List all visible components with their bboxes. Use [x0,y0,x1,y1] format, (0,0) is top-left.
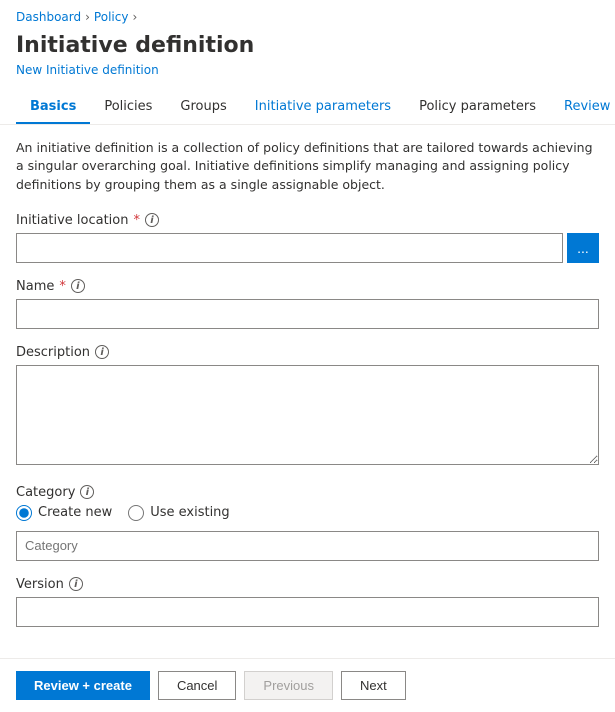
description-input[interactable] [16,365,599,465]
tab-review-create[interactable]: Review + create [550,91,615,124]
breadcrumb-dashboard[interactable]: Dashboard [16,10,81,24]
tab-policies[interactable]: Policies [90,91,166,124]
category-use-existing-radio[interactable] [128,505,144,521]
next-button[interactable]: Next [341,671,406,700]
category-create-new-option[interactable]: Create new [16,505,112,521]
tab-policy-parameters[interactable]: Policy parameters [405,91,550,124]
name-required-star: * [59,279,66,294]
previous-button: Previous [244,671,333,700]
page-header: Initiative definition New Initiative def… [0,28,615,79]
required-star: * [133,213,140,228]
category-input[interactable] [16,531,599,561]
initiative-location-label: Initiative location * i [16,213,599,228]
category-field: Category i Create new Use existing [16,485,599,561]
initiative-location-input-row: ... [16,233,599,263]
breadcrumb-policy[interactable]: Policy [94,10,129,24]
initiative-location-input[interactable] [16,233,563,263]
version-field: Version i [16,577,599,627]
main-content: An initiative definition is a collection… [0,125,615,657]
breadcrumb: Dashboard › Policy › [0,0,615,28]
category-radio-group: Create new Use existing [16,505,599,521]
category-info-icon[interactable]: i [80,485,94,499]
description-label: Description i [16,345,599,360]
description-text: An initiative definition is a collection… [16,139,599,195]
tabs-bar: Basics Policies Groups Initiative parame… [0,79,615,125]
category-create-new-label: Create new [38,505,112,520]
version-label: Version i [16,577,599,592]
tab-initiative-parameters[interactable]: Initiative parameters [241,91,405,124]
tab-basics[interactable]: Basics [16,91,90,124]
initiative-location-info-icon[interactable]: i [145,213,159,227]
description-field: Description i [16,345,599,469]
version-input[interactable] [16,597,599,627]
description-info-icon[interactable]: i [95,345,109,359]
cancel-button[interactable]: Cancel [158,671,236,700]
initiative-location-browse-button[interactable]: ... [567,233,599,263]
category-create-new-radio[interactable] [16,505,32,521]
name-input[interactable] [16,299,599,329]
name-field: Name * i [16,279,599,329]
footer: Review + create Cancel Previous Next [0,658,615,712]
version-info-icon[interactable]: i [69,577,83,591]
name-label: Name * i [16,279,599,294]
initiative-location-field: Initiative location * i ... [16,213,599,263]
category-label: Category i [16,485,599,500]
review-create-button[interactable]: Review + create [16,671,150,700]
category-use-existing-label: Use existing [150,505,229,520]
page-title: Initiative definition [16,32,599,61]
page-subtitle: New Initiative definition [16,63,599,77]
category-use-existing-option[interactable]: Use existing [128,505,229,521]
tab-groups[interactable]: Groups [166,91,240,124]
name-info-icon[interactable]: i [71,279,85,293]
